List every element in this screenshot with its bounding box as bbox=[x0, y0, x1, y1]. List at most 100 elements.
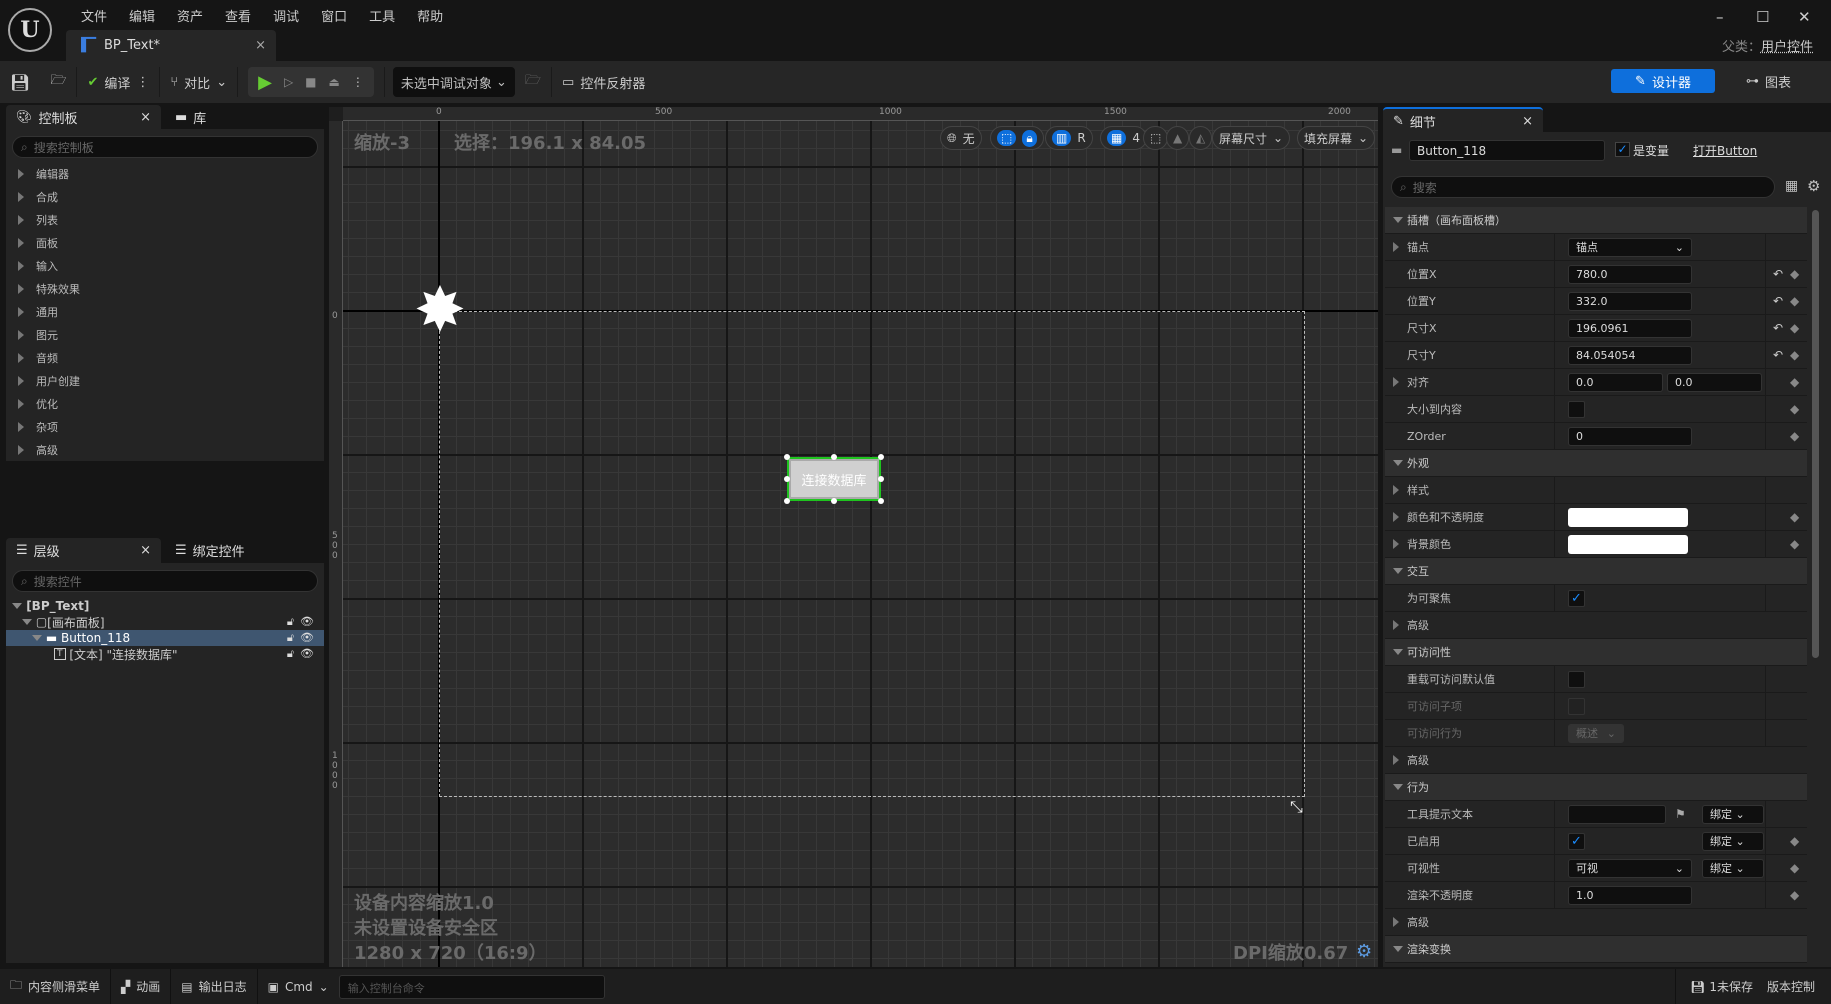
category-header[interactable]: 插槽（画布面板槽） bbox=[1385, 207, 1807, 234]
table-view-icon[interactable]: ▦ bbox=[1785, 178, 1798, 194]
expand-icon[interactable] bbox=[18, 352, 24, 363]
menu-debug[interactable]: 调试 bbox=[262, 4, 310, 27]
property-dropdown[interactable]: 锚点 ⌄ bbox=[1568, 237, 1692, 257]
details-search-input[interactable]: ⌕ 搜索 bbox=[1391, 176, 1775, 198]
respect-locks-toggle[interactable]: ▥ R bbox=[1045, 126, 1093, 150]
grid-snap-toggle[interactable]: ▦ 4 bbox=[1100, 126, 1147, 150]
reset-to-default-icon[interactable]: ↶ bbox=[1773, 321, 1783, 335]
property-input[interactable]: 780.0 bbox=[1568, 264, 1692, 284]
expand-icon[interactable] bbox=[18, 214, 24, 225]
outline-lock-toggle[interactable]: ⬚ 🔒︎ bbox=[990, 126, 1044, 150]
more-icon[interactable]: ⋮ bbox=[352, 75, 364, 89]
menu-help[interactable]: 帮助 bbox=[406, 4, 454, 27]
menu-view[interactable]: 查看 bbox=[214, 4, 262, 27]
resize-handle[interactable] bbox=[878, 498, 884, 504]
palette-category[interactable]: 图元 bbox=[6, 323, 324, 346]
resize-handle[interactable] bbox=[831, 498, 837, 504]
debug-target-select[interactable]: 未选中调试对象 ⌄ bbox=[392, 67, 515, 97]
add-keyframe-icon[interactable]: ◆ bbox=[1790, 267, 1799, 281]
palette-category[interactable]: 优化 bbox=[6, 392, 324, 415]
category-header[interactable]: 交互 bbox=[1385, 558, 1807, 585]
diff-button[interactable]: ⑂ 对比 ⌄ bbox=[160, 61, 237, 103]
palette-category[interactable]: 用户创建 bbox=[6, 369, 324, 392]
category-header[interactable]: 外观 bbox=[1385, 450, 1807, 477]
collapse-icon[interactable] bbox=[32, 635, 42, 641]
tree-item-button-118[interactable]: ▬ Button_118 🔓︎ 👁︎ bbox=[6, 630, 324, 646]
tab-hierarchy[interactable]: ☰ 层级 × bbox=[6, 538, 161, 563]
eye-icon[interactable]: 👁︎ bbox=[300, 631, 314, 645]
step-icon[interactable]: ▷ bbox=[284, 75, 293, 89]
add-keyframe-icon[interactable]: ◆ bbox=[1790, 375, 1799, 389]
expand-icon[interactable] bbox=[1393, 512, 1399, 522]
open-button-link[interactable]: 打开Button bbox=[1693, 142, 1757, 159]
property-row[interactable]: 对齐 0.0 0.0 ◆ bbox=[1385, 369, 1807, 396]
tree-item-canvas-panel[interactable]: ▢ [画布面板] 🔓︎ 👁︎ bbox=[6, 614, 324, 630]
widget-reflector-button[interactable]: ▭ 控件反射器 bbox=[552, 61, 655, 103]
unlock-icon[interactable]: 🔓︎ bbox=[287, 631, 294, 645]
expand-icon[interactable] bbox=[1393, 377, 1399, 387]
expand-icon[interactable] bbox=[1393, 755, 1399, 765]
tab-details[interactable]: ✎ 细节 × bbox=[1383, 107, 1543, 132]
palette-category[interactable]: 列表 bbox=[6, 208, 324, 231]
expand-icon[interactable] bbox=[1393, 917, 1399, 927]
property-input[interactable]: 0 bbox=[1568, 426, 1692, 446]
expand-icon[interactable] bbox=[18, 168, 24, 179]
collapse-icon[interactable] bbox=[1393, 649, 1403, 655]
property-checkbox[interactable]: ✓ bbox=[1568, 589, 1585, 607]
expand-icon[interactable] bbox=[18, 237, 24, 248]
menu-file[interactable]: 文件 bbox=[70, 4, 118, 27]
eye-icon[interactable]: 👁︎ bbox=[300, 647, 314, 661]
flip-tool[interactable]: ◭ bbox=[1189, 126, 1213, 150]
dpi-settings-gear-icon[interactable]: ⚙ bbox=[1356, 941, 1372, 962]
collapse-icon[interactable] bbox=[1393, 460, 1403, 466]
graph-button[interactable]: ⊶ 图表 bbox=[1746, 69, 1791, 93]
find-debug-button[interactable]: 🗁 bbox=[515, 61, 551, 103]
add-keyframe-icon[interactable]: ◆ bbox=[1790, 429, 1799, 443]
console-command-input[interactable]: 输入控制台命令 bbox=[338, 974, 605, 999]
resize-handle[interactable] bbox=[831, 454, 837, 460]
property-row[interactable]: 高级 bbox=[1385, 612, 1807, 639]
property-checkbox[interactable] bbox=[1568, 670, 1585, 688]
tree-item-root[interactable]: [BP_Text] bbox=[6, 598, 324, 614]
palette-category[interactable]: 合成 bbox=[6, 185, 324, 208]
palette-search-input[interactable]: ⌕ 搜索控制板 bbox=[12, 136, 318, 158]
palette-category[interactable]: 高级 bbox=[6, 438, 324, 461]
unreal-logo-icon[interactable]: U bbox=[8, 8, 52, 52]
expand-icon[interactable] bbox=[18, 283, 24, 294]
color-swatch[interactable] bbox=[1568, 507, 1688, 527]
property-checkbox[interactable] bbox=[1568, 400, 1585, 418]
expand-icon[interactable] bbox=[18, 306, 24, 317]
tab-bind-widgets[interactable]: ☰ 绑定控件 bbox=[165, 538, 255, 563]
property-checkbox[interactable]: ✓ bbox=[1568, 832, 1585, 850]
property-row[interactable]: 颜色和不透明度 ◆ bbox=[1385, 504, 1807, 531]
selected-button-widget[interactable]: 连接数据库 bbox=[787, 457, 881, 501]
collapse-icon[interactable] bbox=[1393, 217, 1403, 223]
menu-window[interactable]: 窗口 bbox=[310, 4, 358, 27]
add-keyframe-icon[interactable]: ◆ bbox=[1790, 510, 1799, 524]
reset-to-default-icon[interactable]: ↶ bbox=[1773, 267, 1783, 281]
expand-icon[interactable] bbox=[18, 421, 24, 432]
stop-icon[interactable]: ■ bbox=[305, 75, 316, 89]
image-tool[interactable]: ▲ bbox=[1166, 126, 1190, 150]
expand-icon[interactable] bbox=[1393, 485, 1399, 495]
property-input[interactable]: 0.0 bbox=[1667, 372, 1762, 392]
save-button[interactable]: 💾︎ bbox=[0, 61, 40, 103]
tab-library[interactable]: ▬ 库 bbox=[165, 105, 216, 130]
reset-to-default-icon[interactable]: ↶ bbox=[1773, 294, 1783, 308]
property-row[interactable]: 高级 bbox=[1385, 909, 1807, 936]
expand-icon[interactable] bbox=[1393, 620, 1399, 630]
minimize-icon[interactable]: – bbox=[1716, 8, 1724, 26]
details-scrollbar[interactable] bbox=[1812, 210, 1819, 658]
add-keyframe-icon[interactable]: ◆ bbox=[1790, 294, 1799, 308]
resize-handle[interactable] bbox=[878, 476, 884, 482]
localize-flag-icon[interactable]: ⚑ bbox=[1675, 807, 1686, 821]
menu-edit[interactable]: 编辑 bbox=[118, 4, 166, 27]
category-header[interactable]: 可访问性 bbox=[1385, 639, 1807, 666]
collapse-icon[interactable] bbox=[12, 603, 22, 609]
add-keyframe-icon[interactable]: ◆ bbox=[1790, 402, 1799, 416]
add-keyframe-icon[interactable]: ◆ bbox=[1790, 834, 1799, 848]
resize-handle-icon[interactable]: ⤡ bbox=[1290, 797, 1303, 817]
browse-button[interactable]: 🗁 bbox=[40, 61, 76, 103]
maximize-icon[interactable]: ☐ bbox=[1756, 8, 1769, 26]
property-row[interactable]: 样式 bbox=[1385, 477, 1807, 504]
